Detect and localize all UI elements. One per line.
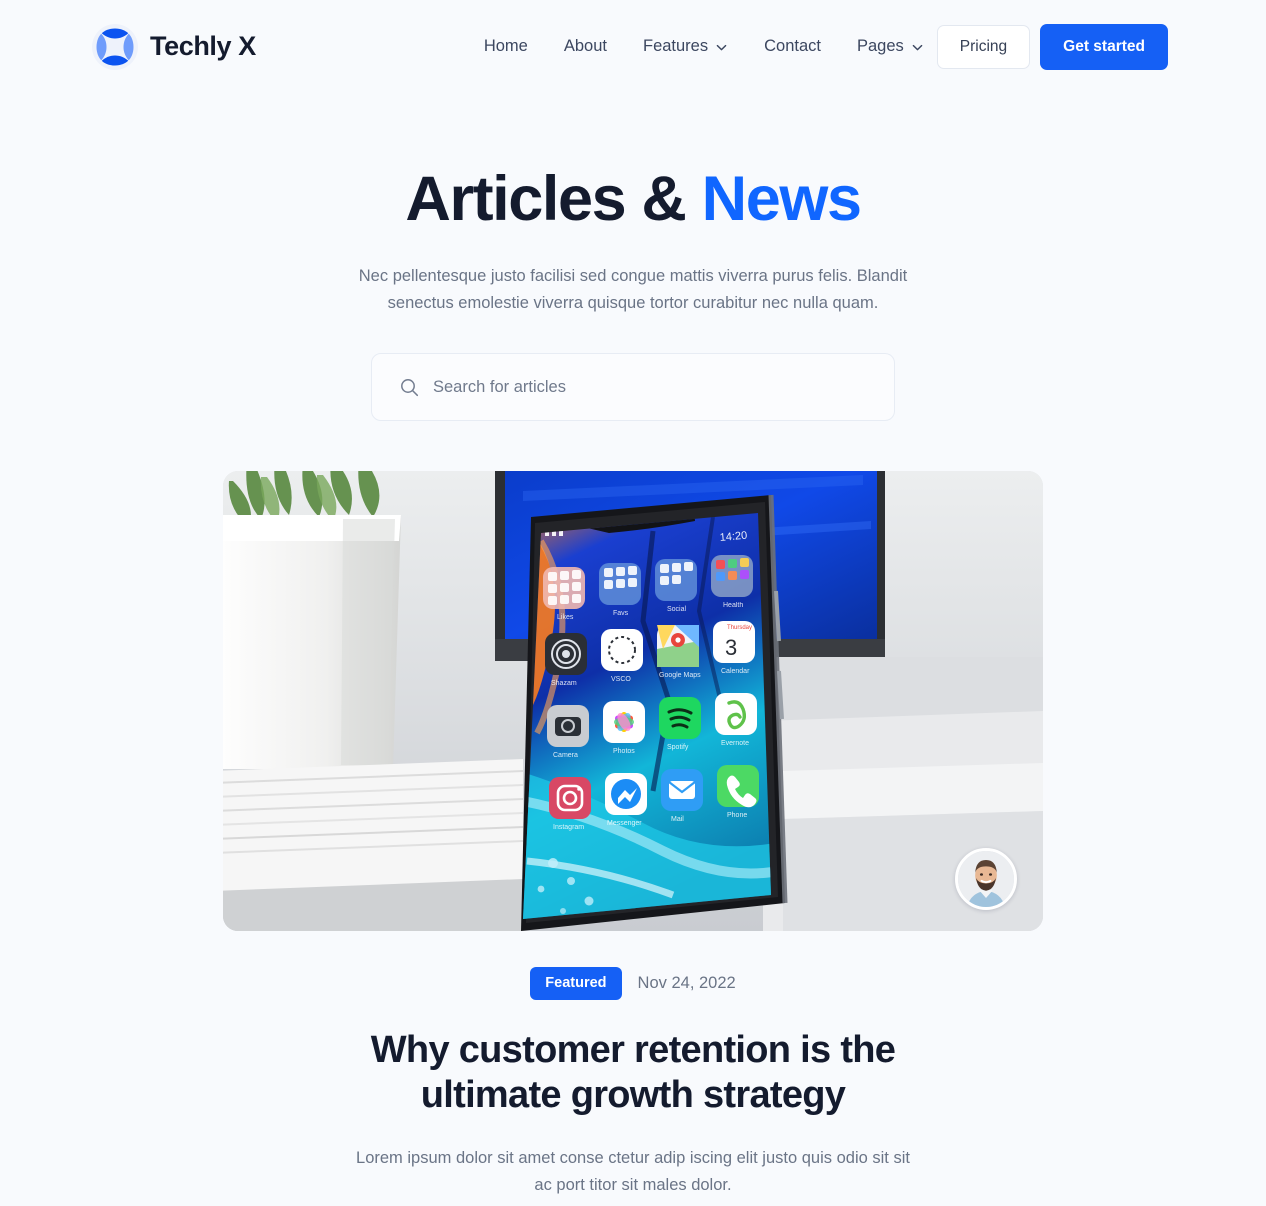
brand-name: Techly X [150,31,256,61]
brand-logo-link[interactable]: Techly X [92,23,256,70]
chevron-down-icon [715,40,728,53]
svg-text:Spotify: Spotify [667,744,689,751]
svg-text:Photos: Photos [613,748,635,755]
post-meta-row: Featured Nov 24, 2022 [223,967,1043,1000]
page-main: Articles & News Nec pellentesque justo f… [0,93,1266,1199]
hero-subtitle: Nec pellentesque justo facilisi sed cong… [358,266,908,312]
nav-item-label: Contact [764,37,821,55]
nav-item-label: Features [642,37,709,55]
featured-article-image[interactable]: 14:20 Thursday 3 Likes Favs Social Healt… [223,471,1043,932]
page-title: Articles & News [0,164,1266,234]
featured-badge[interactable]: Featured [530,967,622,1000]
svg-text:Favs: Favs [613,610,629,617]
nav-item-home[interactable]: Home [484,37,528,56]
main-navigation: Home About Features Contact Pages [484,37,924,56]
nav-item-features[interactable]: Features [643,37,728,56]
nav-item-pages[interactable]: Pages [857,37,924,56]
chevron-down-icon [911,40,924,53]
post-date: Nov 24, 2022 [637,974,736,993]
svg-text:Likes: Likes [557,614,574,621]
svg-text:Thursday: Thursday [727,625,752,631]
svg-text:Social: Social [667,606,687,613]
svg-text:Shazam: Shazam [551,680,577,687]
featured-post-excerpt: Lorem ipsum dolor sit amet conse ctetur … [356,1148,910,1194]
svg-text:Phone: Phone [727,812,747,819]
search-icon [400,378,419,397]
svg-text:Camera: Camera [553,752,578,759]
hero-section: Articles & News Nec pellentesque justo f… [0,93,1266,422]
site-header: Techly X Home About Features Contact Pag… [0,0,1266,93]
get-started-button[interactable]: Get started [1040,23,1168,70]
svg-text:Instagram: Instagram [553,824,584,831]
search-box[interactable] [371,353,895,422]
svg-text:Calendar: Calendar [721,668,750,675]
nav-item-contact[interactable]: Contact [764,37,821,56]
page-title-main: Articles & [405,164,702,234]
svg-text:Health: Health [723,602,743,609]
nav-item-label: Home [483,37,528,55]
svg-text:Messenger: Messenger [607,820,642,827]
svg-text:Evernote: Evernote [721,740,749,747]
svg-text:Mail: Mail [671,816,684,823]
svg-text:Google Maps: Google Maps [659,672,701,679]
header-actions: Pricing Get started [936,23,1168,70]
featured-article-card[interactable]: 14:20 Thursday 3 Likes Favs Social Healt… [223,471,1043,1198]
author-avatar[interactable] [955,848,1017,911]
pricing-button[interactable]: Pricing [936,24,1031,69]
svg-text:14:20: 14:20 [719,530,747,544]
svg-text:VSCO: VSCO [611,676,631,683]
search-input[interactable] [433,377,866,397]
svg-text:3: 3 [725,635,737,660]
nav-item-about[interactable]: About [564,37,607,56]
nav-item-label: Pages [856,37,904,55]
page-title-accent: News [701,164,862,234]
four-petal-circle-logo-icon [92,23,138,70]
featured-post-title[interactable]: Why customer retention is the ultimate g… [333,1028,933,1119]
nav-item-label: About [563,37,607,55]
